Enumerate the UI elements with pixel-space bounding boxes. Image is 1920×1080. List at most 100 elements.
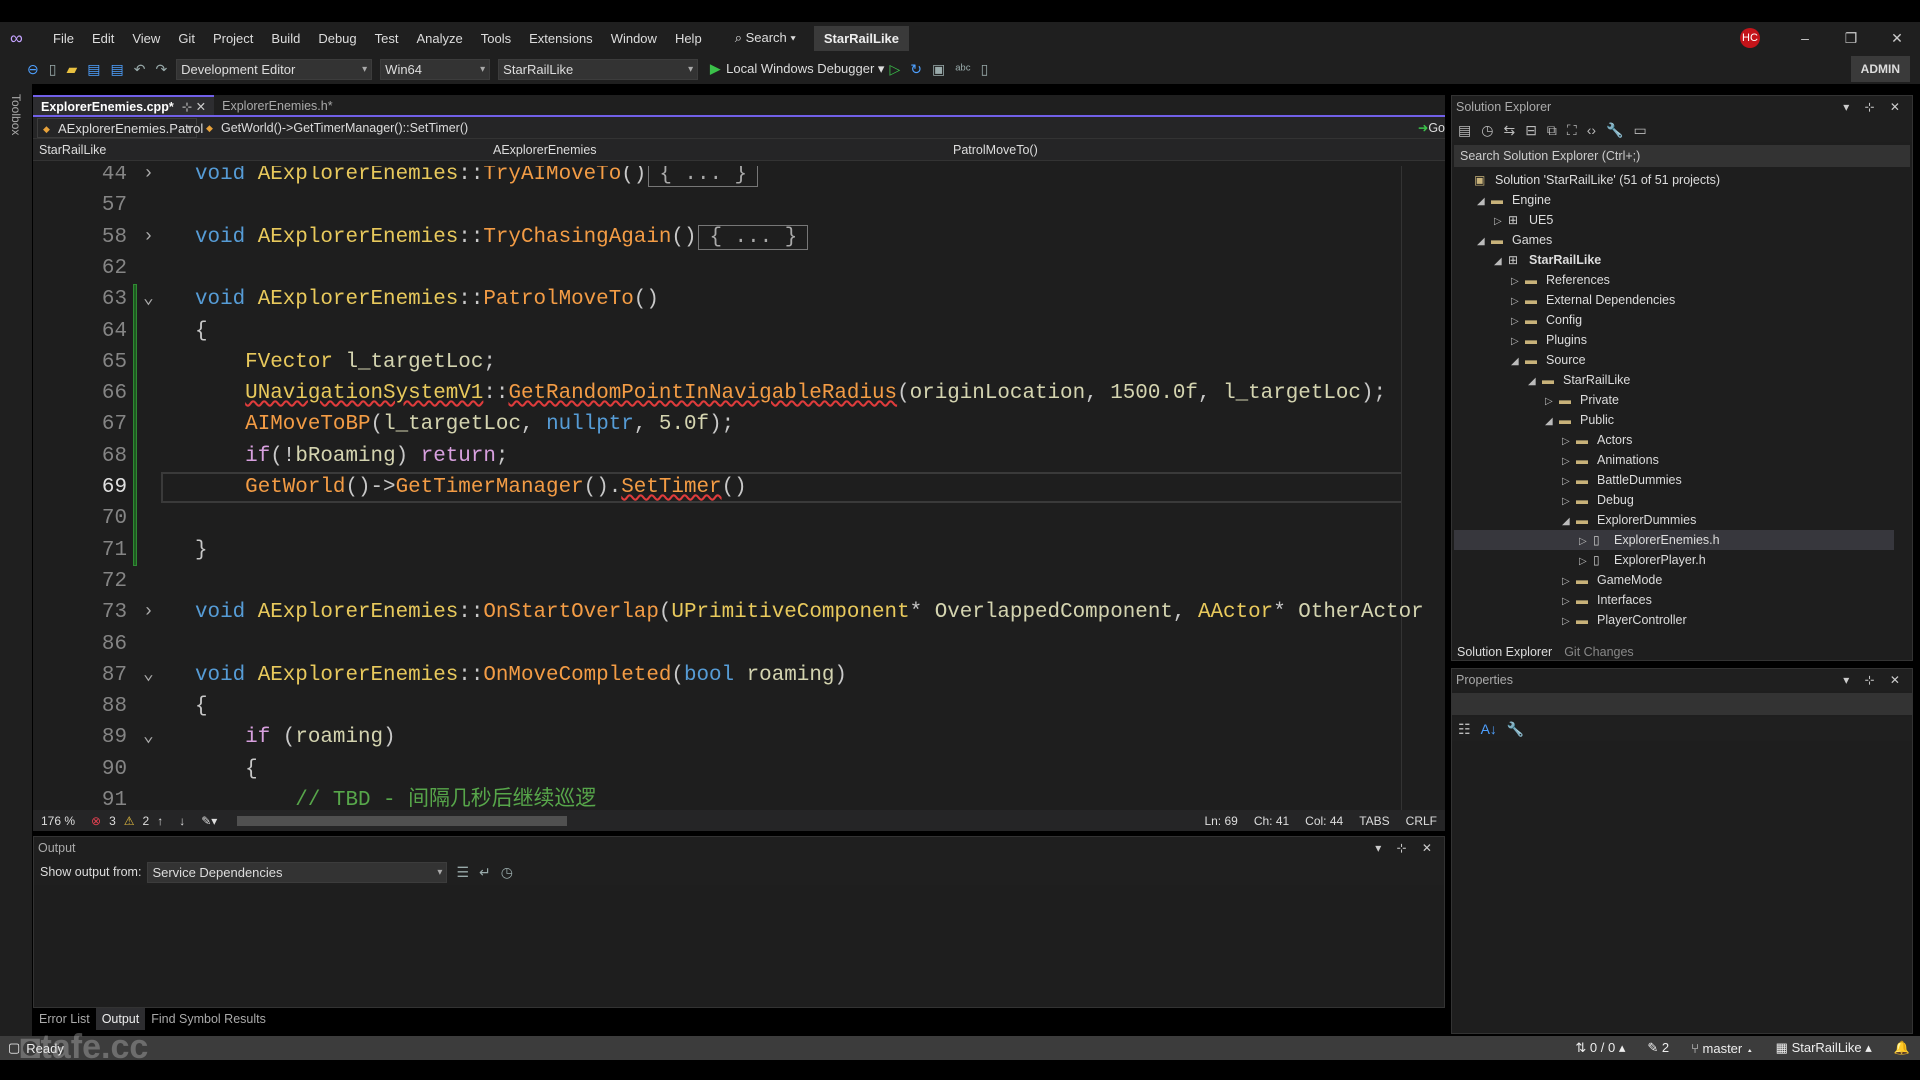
tree-item[interactable]: ▷ ▬ Config [1454,310,1894,330]
menu-project[interactable]: Project [204,31,262,46]
menu-debug[interactable]: Debug [309,31,365,46]
properties-wrench-icon[interactable]: 🔧 [1606,122,1623,139]
tab-find-symbol-results[interactable]: Find Symbol Results [145,1008,272,1030]
clear-all-icon[interactable]: ☰ [456,864,469,881]
spellcheck-icon[interactable]: ᵃᵇᶜ [955,61,970,77]
tree-item[interactable]: ◢ ▬ StarRailLike [1454,370,1894,390]
menu-extensions[interactable]: Extensions [520,31,602,46]
restore-button[interactable]: ❐ [1828,30,1874,47]
member-select[interactable]: GetWorld()->GetTimerManager()::SetTimer(… [201,118,1418,138]
tree-item[interactable]: ▷ ▬ Plugins [1454,330,1894,350]
indentation-mode[interactable]: TABS [1359,814,1389,828]
sync-status[interactable]: ⇅ 0 / 0 ▴ [1575,1040,1625,1056]
expand-arrow-icon[interactable]: ▷ [1511,312,1525,332]
menu-tools[interactable]: Tools [472,31,520,46]
collapse-all-icon[interactable]: ⊟ [1525,122,1537,139]
new-item-icon[interactable]: ▯ [49,61,57,78]
tree-item[interactable]: ▷ ▬ BattleDummies [1454,470,1894,490]
expand-arrow-icon[interactable]: ▷ [1579,552,1593,572]
toolbox-label[interactable]: Toolbox [9,94,23,135]
expand-icon[interactable]: › [143,222,154,253]
menu-test[interactable]: Test [366,31,408,46]
error-icon[interactable]: ⊗ [91,814,101,828]
tree-item[interactable]: ◢ ▬ Engine [1454,190,1894,210]
back-icon[interactable]: ⊖ [27,61,39,78]
tree-item[interactable]: ◢ ▬ Public [1454,410,1894,430]
user-avatar[interactable]: HC [1740,28,1760,48]
show-all-files-icon[interactable]: ⧉ [1547,122,1557,139]
tree-item[interactable]: ▣ Solution 'StarRailLike' (51 of 51 proje… [1454,170,1894,190]
error-count[interactable]: 3 [109,814,116,828]
undo-icon[interactable]: ↶ [134,61,146,78]
tree-item[interactable]: ▷ ▯ ExplorerPlayer.h [1454,550,1894,570]
sync-icon[interactable]: ⇆ [1503,122,1515,139]
collapse-arrow-icon[interactable]: ◢ [1511,352,1525,372]
expand-arrow-icon[interactable]: ▷ [1562,592,1576,612]
line-ending[interactable]: CRLF [1406,814,1437,828]
search-button[interactable]: ⌕ Search ▾ [725,30,806,46]
code-cleanup-icon[interactable]: ✎▾ [201,814,217,828]
start-without-debugging-icon[interactable]: ▷ [889,61,900,78]
tree-item[interactable]: ▷ ▬ Interfaces [1454,590,1894,610]
close-tab-icon[interactable]: ⊹ ✕ [182,100,206,114]
menu-help[interactable]: Help [666,31,711,46]
expand-icon[interactable]: › [143,597,154,628]
categorized-icon[interactable]: ☷ [1458,721,1471,738]
warning-count[interactable]: 2 [143,814,150,828]
tree-item[interactable]: ▷ ▬ PlayerController [1454,610,1894,630]
bookmark-icon[interactable]: ▯ [981,61,989,78]
tree-item[interactable]: ▷ ▬ References [1454,270,1894,290]
collapse-arrow-icon[interactable]: ◢ [1477,192,1491,212]
previous-issue-icon[interactable]: ↑ [157,814,163,828]
expand-arrow-icon[interactable]: ▷ [1511,332,1525,352]
expand-arrow-icon[interactable]: ▷ [1562,432,1576,452]
menu-git[interactable]: Git [169,31,204,46]
notifications-bell-icon[interactable]: 🔔 [1894,1040,1910,1056]
scope-select[interactable]: AExplorerEnemies.Patrol [37,117,203,139]
tree-item[interactable]: ▷ ▬ External Dependencies [1454,290,1894,310]
expand-arrow-icon[interactable]: ▷ [1562,492,1576,512]
expand-icon[interactable]: › [143,166,154,190]
menu-file[interactable]: File [44,31,83,46]
repository-selector[interactable]: ▦ StarRailLike ▴ [1776,1040,1872,1056]
tree-item[interactable]: ◢ ▬ ExplorerDummies [1454,510,1894,530]
expand-arrow-icon[interactable]: ▷ [1579,532,1593,552]
next-issue-icon[interactable]: ↓ [179,814,185,828]
word-wrap-icon[interactable]: ↵ [479,864,491,881]
expand-arrow-icon[interactable]: ▷ [1562,612,1576,632]
filter-icon[interactable]: ⛶ [1567,122,1577,139]
toolbox-strip[interactable]: Toolbox [0,84,32,1036]
output-source-select[interactable]: Service Dependencies [147,861,448,883]
save-icon[interactable]: ▤ [87,61,100,78]
code-icon[interactable]: ‹› [1587,122,1596,138]
zoom-level[interactable]: 176 % [41,814,75,828]
collapsed-region[interactable]: { ... } [698,224,809,250]
collapse-icon[interactable]: ⌄ [143,284,154,315]
go-icon[interactable]: ➜ [1418,120,1428,135]
code-area[interactable]: 44 › void AExplorerEnemies::TryAIMoveTo(){… [33,166,1423,810]
menu-window[interactable]: Window [602,31,666,46]
expand-arrow-icon[interactable]: ▷ [1562,452,1576,472]
platform-select[interactable]: Win64 [380,58,491,80]
menu-edit[interactable]: Edit [83,31,123,46]
pending-changes[interactable]: ✎ 2 [1647,1040,1669,1056]
expand-arrow-icon[interactable]: ▷ [1494,212,1508,232]
tree-item[interactable]: ▷ ▬ GameMode [1454,570,1894,590]
pending-changes-icon[interactable]: ◷ [1481,122,1493,139]
tab-explorerenemies-cpp[interactable]: ExplorerEnemies.cpp* ⊹ ✕ [33,95,215,115]
open-icon[interactable]: ▰ [66,61,77,78]
tree-item[interactable]: ◢ ▬ Source [1454,350,1894,370]
collapse-arrow-icon[interactable]: ◢ [1477,232,1491,252]
class-context-select[interactable]: AExplorerEnemies [493,143,953,157]
minimize-button[interactable]: – [1782,30,1828,46]
tab-error-list[interactable]: Error List [33,1008,96,1030]
property-pages-icon[interactable]: 🔧 [1507,721,1524,738]
project-context-select[interactable]: StarRailLike [33,143,493,157]
switch-views-icon[interactable]: ▤ [1458,122,1471,139]
panel-window-controls[interactable]: ▾ ⊹ ✕ [1843,669,1906,691]
solution-search-input[interactable]: Search Solution Explorer (Ctrl+;) [1454,145,1910,167]
vertical-scrollbar[interactable] [1401,166,1423,810]
expand-arrow-icon[interactable]: ▷ [1511,272,1525,292]
expand-arrow-icon[interactable]: ▷ [1511,292,1525,312]
tree-item[interactable]: ▷ ▬ Debug [1454,490,1894,510]
